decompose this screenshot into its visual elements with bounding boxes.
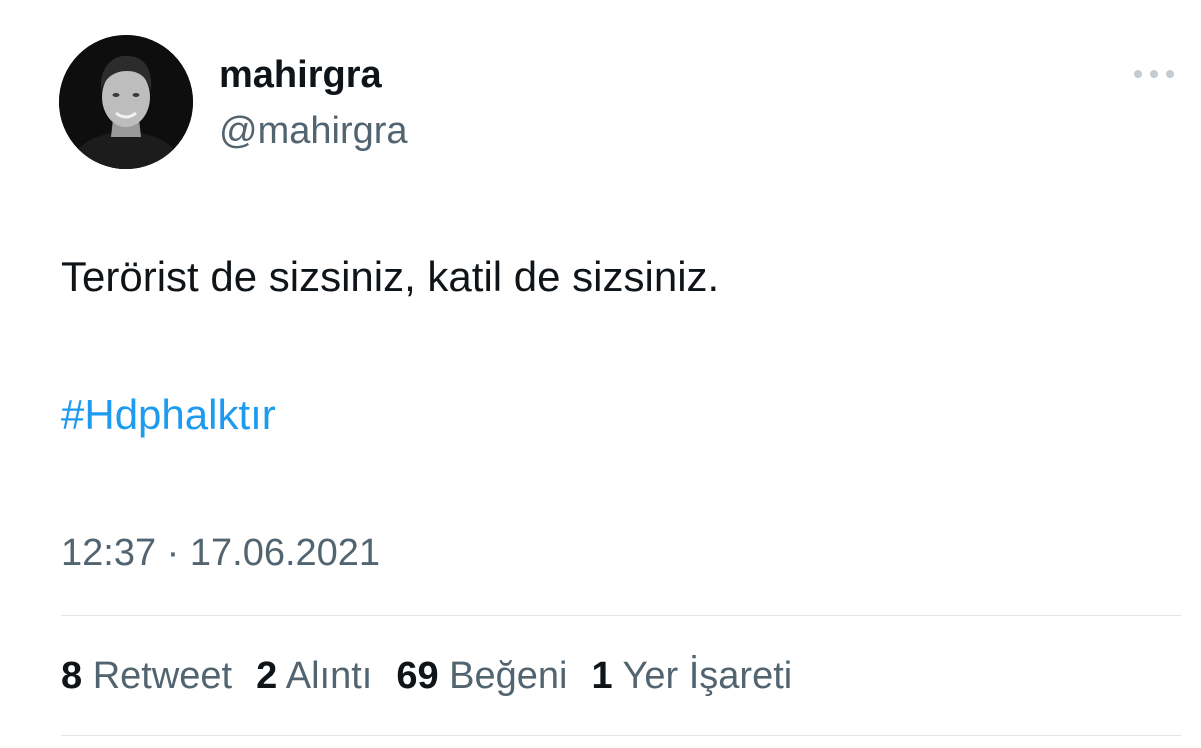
quote-count-link[interactable]: 2 Alıntı	[256, 652, 372, 700]
engagement-stats: 8 Retweet 2 Alıntı 69 Beğeni 1 Yer İşare…	[61, 652, 792, 700]
stat-count: 1	[591, 655, 613, 697]
profile-photo-icon	[59, 35, 193, 169]
stat-label: Alıntı	[285, 655, 373, 697]
stat-count: 69	[396, 655, 439, 697]
stat-label: Beğeni	[449, 655, 568, 697]
tweet-timestamp[interactable]: 12:37 · 17.06.2021	[61, 529, 380, 577]
stat-label: Yer İşareti	[622, 655, 793, 697]
stat-label: Retweet	[92, 655, 233, 697]
author-handle[interactable]: @mahirgra	[219, 108, 408, 154]
author-display-name[interactable]: mahirgra	[219, 52, 382, 98]
bookmark-count-link[interactable]: 1 Yer İşareti	[592, 652, 793, 700]
retweet-count-link[interactable]: 8 Retweet	[61, 652, 232, 700]
stat-count: 8	[61, 655, 83, 697]
hashtag-link[interactable]: #Hdphalktır	[61, 388, 276, 442]
divider	[61, 615, 1181, 616]
avatar[interactable]	[59, 35, 193, 169]
more-horizontal-icon	[1134, 70, 1174, 78]
more-options-button[interactable]	[1124, 56, 1184, 92]
like-count-link[interactable]: 69 Beğeni	[396, 652, 567, 700]
divider	[61, 735, 1181, 736]
stat-count: 2	[256, 655, 278, 697]
tweet-text: Terörist de sizsiniz, katil de sizsiniz.	[61, 253, 720, 300]
